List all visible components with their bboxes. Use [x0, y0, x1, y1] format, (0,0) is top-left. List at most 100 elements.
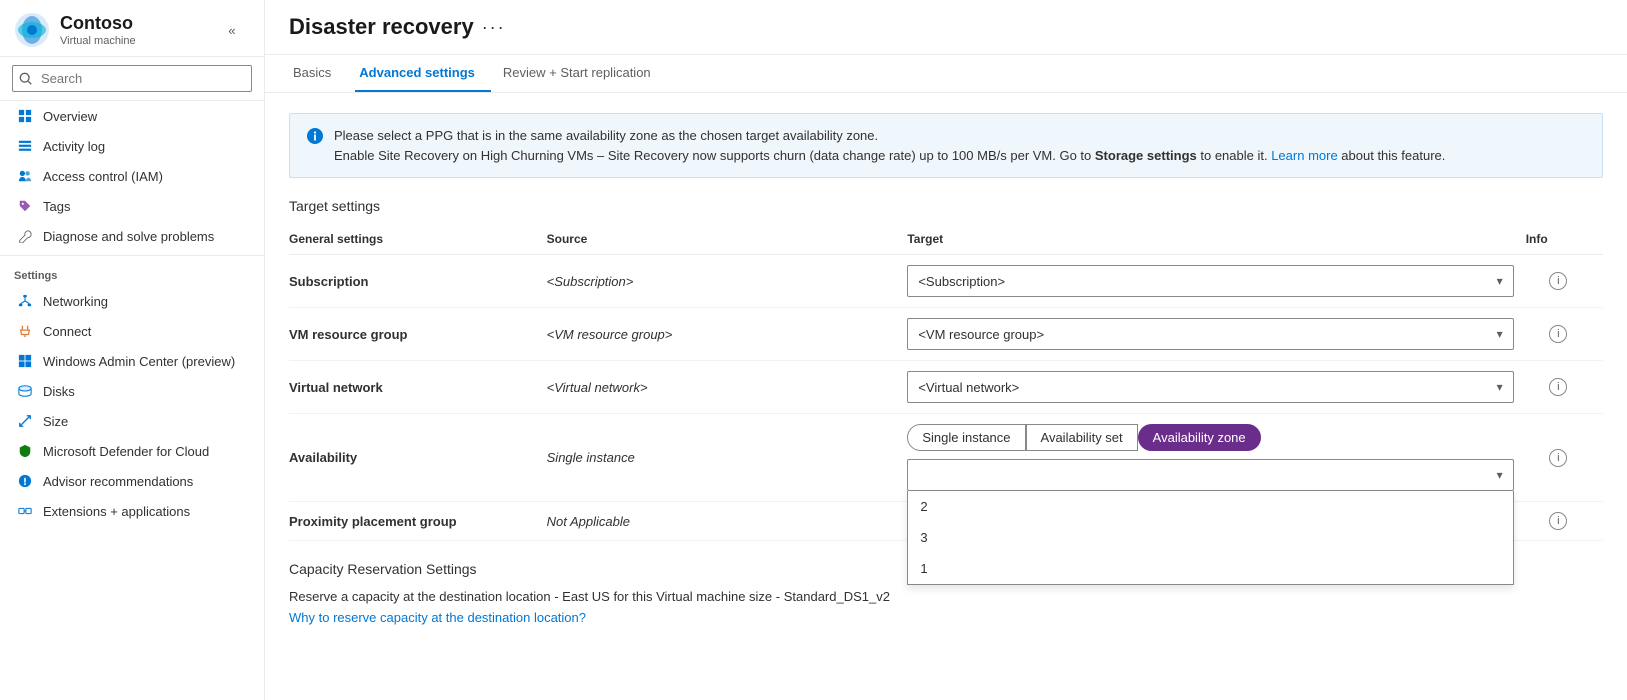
sidebar-item-advisor[interactable]: Advisor recommendations — [0, 466, 264, 496]
chevron-down-icon: ▾ — [1497, 380, 1503, 394]
page-title: Disaster recovery — [289, 14, 474, 54]
capacity-description: Reserve a capacity at the destination lo… — [289, 589, 1603, 604]
main-content: Disaster recovery ··· Basics Advanced se… — [265, 0, 1627, 700]
main-header: Disaster recovery ··· — [265, 0, 1627, 55]
banner-line2: Enable Site Recovery on High Churning VM… — [334, 148, 1095, 163]
main-body: Please select a PPG that is in the same … — [265, 93, 1627, 700]
row-label-subscription: Subscription — [289, 255, 547, 308]
more-options-button[interactable]: ··· — [482, 17, 506, 52]
col-header-source: Source — [547, 226, 908, 255]
collapse-sidebar-button[interactable]: « — [218, 16, 246, 44]
contoso-logo — [14, 12, 50, 48]
vnet-dropdown[interactable]: <Virtual network> ▾ — [907, 371, 1513, 403]
sidebar-item-label: Networking — [43, 294, 108, 309]
col-header-info: Info — [1526, 226, 1603, 255]
sidebar-item-label: Connect — [43, 324, 91, 339]
nav-divider — [0, 255, 264, 256]
zone-option-2[interactable]: 2 — [908, 491, 1512, 522]
zone-option-1[interactable]: 1 — [908, 553, 1512, 584]
shield-icon — [17, 443, 33, 459]
row-source-ppg: Not Applicable — [547, 502, 908, 541]
row-target-vnet: <Virtual network> ▾ — [907, 361, 1525, 414]
row-label-vmrg: VM resource group — [289, 308, 547, 361]
info-circle-icon[interactable]: i — [1549, 325, 1567, 343]
avail-btn-set[interactable]: Availability set — [1026, 424, 1138, 451]
search-icon — [19, 72, 33, 86]
table-row: Subscription <Subscription> <Subscriptio… — [289, 255, 1603, 308]
tab-bar: Basics Advanced settings Review + Start … — [265, 55, 1627, 93]
sidebar-item-size[interactable]: Size — [0, 406, 264, 436]
vmrg-dropdown[interactable]: <VM resource group> ▾ — [907, 318, 1513, 350]
avail-btn-zone[interactable]: Availability zone — [1138, 424, 1261, 451]
tab-basics[interactable]: Basics — [289, 55, 347, 92]
row-label-availability: Availability — [289, 414, 547, 502]
windows-icon — [17, 353, 33, 369]
learn-more-link[interactable]: Learn more — [1271, 148, 1337, 163]
row-target-vmrg: <VM resource group> ▾ — [907, 308, 1525, 361]
sidebar-item-disks[interactable]: Disks — [0, 376, 264, 406]
table-row: Availability Single instance Single inst… — [289, 414, 1603, 502]
tab-advanced-settings[interactable]: Advanced settings — [355, 55, 491, 92]
wrench-icon — [17, 228, 33, 244]
sidebar-item-connect[interactable]: Connect — [0, 316, 264, 346]
vmrg-dropdown-value: <VM resource group> — [918, 327, 1044, 342]
subscription-dropdown[interactable]: <Subscription> ▾ — [907, 265, 1513, 297]
info-circle-icon[interactable]: i — [1549, 512, 1567, 530]
banner-line3: to enable it. — [1197, 148, 1271, 163]
people-icon — [17, 168, 33, 184]
zone-dropdown[interactable]: ▾ — [907, 459, 1513, 491]
sidebar-item-defender[interactable]: Microsoft Defender for Cloud — [0, 436, 264, 466]
row-label-ppg: Proximity placement group — [289, 502, 547, 541]
row-source-vmrg: <VM resource group> — [547, 308, 908, 361]
sidebar-item-label: Extensions + applications — [43, 504, 190, 519]
info-circle-icon[interactable]: i — [1549, 378, 1567, 396]
vnet-dropdown-value: <Virtual network> — [918, 380, 1019, 395]
plug-icon — [17, 323, 33, 339]
sidebar-item-extensions[interactable]: Extensions + applications — [0, 496, 264, 526]
sidebar-item-label: Diagnose and solve problems — [43, 229, 214, 244]
chevron-down-icon: ▾ — [1497, 274, 1503, 288]
sidebar-nav: Overview Activity log Access control (IA… — [0, 101, 264, 700]
sidebar-item-diagnose[interactable]: Diagnose and solve problems — [0, 221, 264, 251]
tab-review[interactable]: Review + Start replication — [499, 55, 667, 92]
ppg-source-value: Not Applicable — [547, 514, 630, 529]
sidebar-item-networking[interactable]: Networking — [0, 286, 264, 316]
sidebar-item-label: Overview — [43, 109, 97, 124]
list-icon — [17, 138, 33, 154]
info-circle-icon[interactable]: i — [1549, 449, 1567, 467]
sidebar-item-label: Advisor recommendations — [43, 474, 193, 489]
availability-buttons: Single instance Availability set Availab… — [907, 424, 1513, 451]
grid-icon — [17, 108, 33, 124]
sidebar-item-label: Tags — [43, 199, 70, 214]
avail-btn-single[interactable]: Single instance — [907, 424, 1025, 451]
table-row: Virtual network <Virtual network> <Virtu… — [289, 361, 1603, 414]
sidebar-item-label: Microsoft Defender for Cloud — [43, 444, 209, 459]
row-info-vnet: i — [1526, 361, 1603, 414]
sidebar-item-label: Activity log — [43, 139, 105, 154]
row-target-subscription: <Subscription> ▾ — [907, 255, 1525, 308]
row-info-availability: i — [1526, 414, 1603, 502]
info-icon — [306, 127, 324, 150]
col-header-general: General settings — [289, 226, 547, 255]
sidebar-item-tags[interactable]: Tags — [0, 191, 264, 221]
info-banner-text: Please select a PPG that is in the same … — [334, 126, 1445, 165]
banner-line1: Please select a PPG that is in the same … — [334, 128, 878, 143]
zone-option-3[interactable]: 3 — [908, 522, 1512, 553]
capacity-link[interactable]: Why to reserve capacity at the destinati… — [289, 610, 586, 625]
sidebar-item-activity-log[interactable]: Activity log — [0, 131, 264, 161]
sidebar-item-overview[interactable]: Overview — [0, 101, 264, 131]
sidebar-item-label: Access control (IAM) — [43, 169, 163, 184]
sidebar-item-windows-admin[interactable]: Windows Admin Center (preview) — [0, 346, 264, 376]
search-section — [0, 57, 264, 101]
search-input[interactable] — [12, 65, 252, 92]
tag-icon — [17, 198, 33, 214]
app-subtitle: Virtual machine — [60, 35, 136, 47]
sidebar-item-label: Windows Admin Center (preview) — [43, 354, 235, 369]
sidebar-item-access-control[interactable]: Access control (IAM) — [0, 161, 264, 191]
info-circle-icon[interactable]: i — [1549, 272, 1567, 290]
info-banner: Please select a PPG that is in the same … — [289, 113, 1603, 178]
table-row: VM resource group <VM resource group> <V… — [289, 308, 1603, 361]
chevron-down-icon: ▾ — [1497, 327, 1503, 341]
sidebar-header: Contoso Virtual machine « — [0, 0, 264, 57]
target-settings-title: Target settings — [289, 198, 1603, 214]
